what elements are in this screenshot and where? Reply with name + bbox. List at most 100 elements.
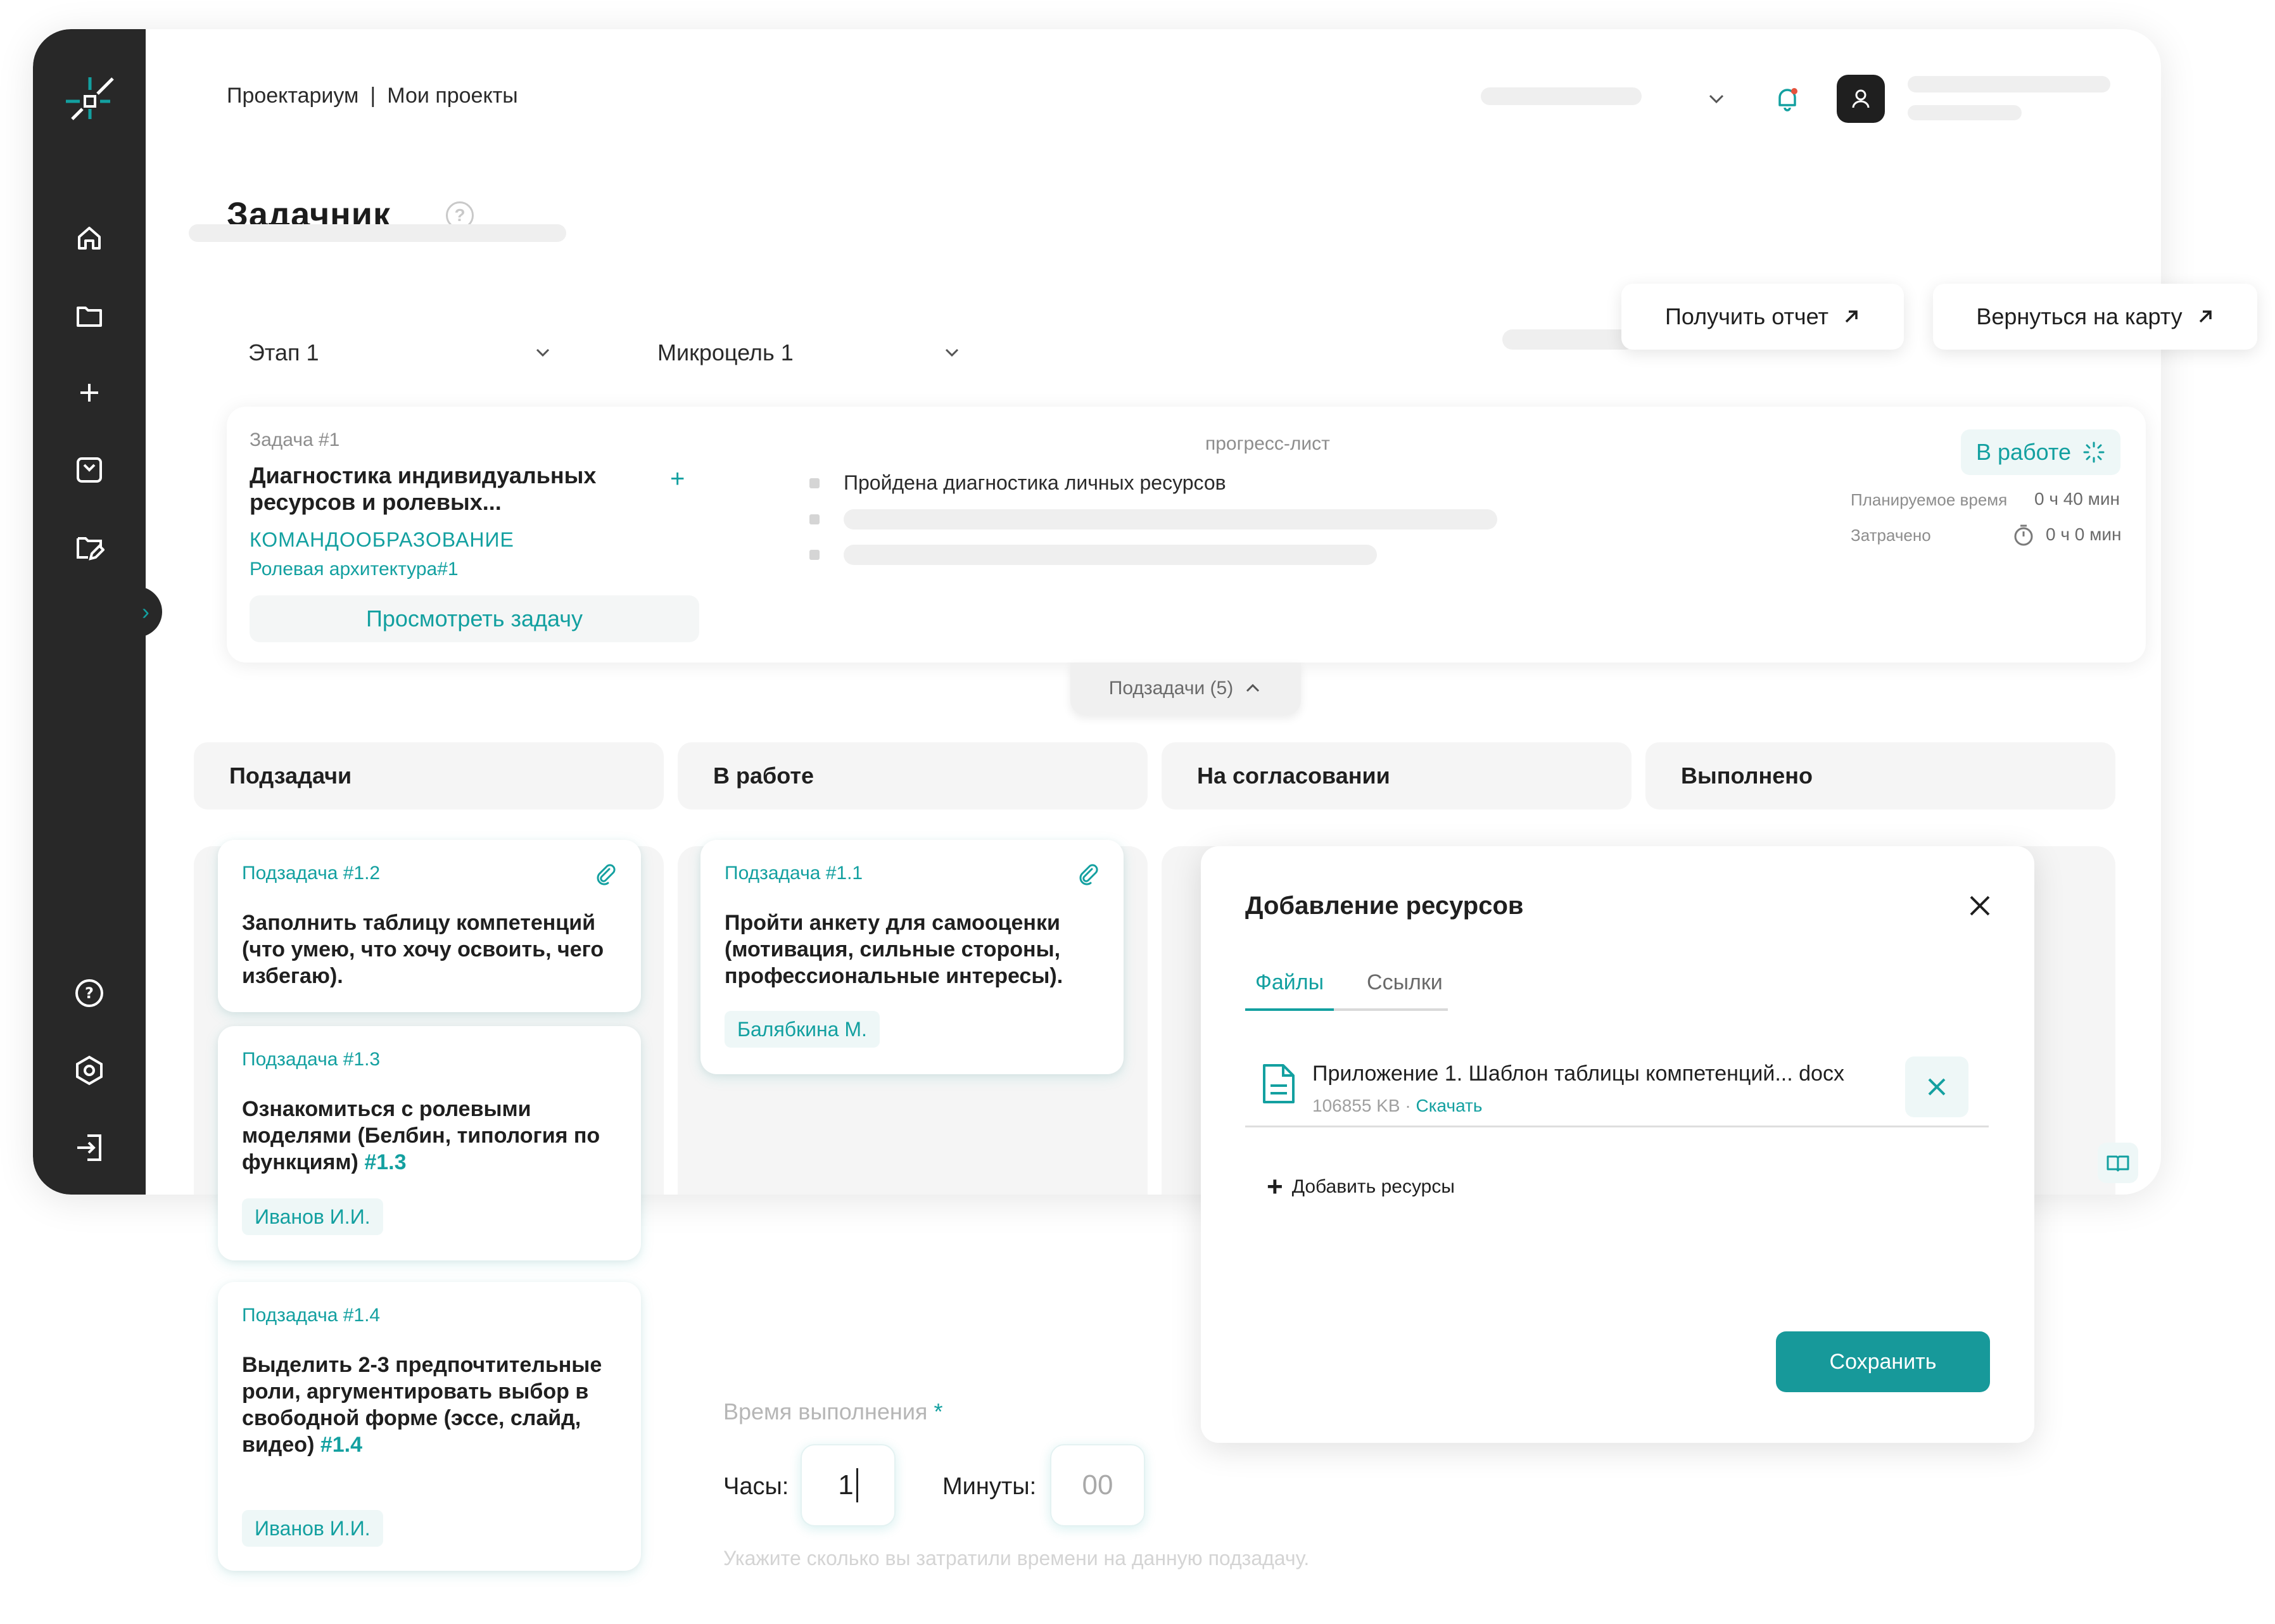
sidebar-expand-button[interactable]: ›	[129, 587, 162, 637]
file-row: Приложение 1. Шаблон таблицы компетенций…	[1245, 1044, 1989, 1127]
planned-time-label: Планируемое время	[1851, 490, 2008, 509]
remove-file-button[interactable]	[1905, 1056, 1968, 1117]
assignee-badge[interactable]: Иванов И.И.	[242, 1198, 383, 1235]
add-resources-modal: Добавление ресурсов Файлы Ссылки Приложе…	[1201, 846, 2034, 1443]
svg-text:?: ?	[85, 984, 94, 1002]
bell-icon[interactable]	[1773, 85, 1801, 113]
task-number: Задача #1	[250, 429, 340, 450]
progress-item-placeholder	[809, 509, 1497, 530]
minutes-input[interactable]: 00	[1050, 1444, 1145, 1526]
subtask-title: Заполнить таблицу компетенций (что умею,…	[242, 911, 604, 988]
view-task-button[interactable]: Просмотреть задачу	[250, 595, 699, 642]
download-link[interactable]: Скачать	[1416, 1096, 1482, 1115]
subtask-title-text: Ознакомиться с ролевыми моделями (Белбин…	[242, 1097, 600, 1174]
subtask-ref[interactable]: #1.3	[364, 1150, 406, 1174]
close-icon[interactable]	[1966, 892, 1994, 920]
get-report-button[interactable]: Получить отчет	[1621, 284, 1904, 350]
subtask-card[interactable]: Подзадача #1.1 Пройти анкету для самооце…	[700, 840, 1124, 1074]
subtask-card[interactable]: Подзадача #1.4 Выделить 2-3 предпочтител…	[218, 1282, 641, 1571]
logout-icon[interactable]	[69, 1127, 110, 1168]
breadcrumb-current[interactable]: Мои проекты	[387, 84, 517, 108]
breadcrumb-root[interactable]: Проектариум	[227, 84, 358, 108]
task-subcategory[interactable]: Ролевая архитектура#1	[250, 559, 459, 580]
paperclip-icon[interactable]	[594, 863, 617, 885]
back-to-map-button[interactable]: Вернуться на карту	[1933, 284, 2257, 350]
subtask-title-text: Выделить 2-3 предпочтительные роли, аргу…	[242, 1353, 602, 1457]
logo-icon[interactable]	[60, 68, 120, 129]
edit-folder-icon[interactable]	[69, 527, 110, 568]
tab-links[interactable]: Ссылки	[1357, 970, 1453, 1011]
add-resources-button[interactable]: + Добавить ресурсы	[1267, 1173, 1455, 1201]
time-hint: Укажите сколько вы затратили времени на …	[723, 1547, 1310, 1570]
minutes-label: Минуты:	[942, 1473, 1037, 1500]
back-to-map-label: Вернуться на карту	[1976, 303, 2183, 329]
user-icon	[1852, 89, 1870, 108]
plus-icon: +	[1267, 1171, 1283, 1202]
column-header-review: На согласовании	[1162, 742, 1632, 809]
status-badge[interactable]: В работе	[1960, 429, 2120, 475]
progress-item: Пройдена диагностика личных ресурсов	[809, 471, 1226, 495]
chevron-down-icon	[536, 348, 550, 357]
modal-title: Добавление ресурсов	[1245, 892, 1524, 920]
breadcrumb: Проектариум | Мои проекты	[227, 84, 518, 108]
progress-list-title: прогресс-лист	[1205, 433, 1330, 454]
subtask-card[interactable]: Подзадача #1.3 Ознакомиться с ролевыми м…	[218, 1026, 641, 1260]
status-label: В работе	[1975, 439, 2071, 465]
settings-icon[interactable]	[69, 1050, 110, 1091]
file-name: Приложение 1. Шаблон таблицы компетенций…	[1312, 1062, 1844, 1086]
subtask-number: Подзадача #1.2	[242, 863, 381, 884]
assignee-badge[interactable]: Иванов И.И.	[242, 1510, 383, 1547]
required-mark: *	[934, 1399, 943, 1424]
tab-files[interactable]: Файлы	[1245, 970, 1334, 1011]
task-card: Задача #1 Диагностика индивидуальных рес…	[227, 407, 2146, 663]
microgoal-select[interactable]: Микроцель 1	[626, 331, 980, 375]
time-form-label: Время выполнения *	[723, 1399, 942, 1425]
task-category[interactable]: КОМАНДООБРАЗОВАНИЕ	[250, 528, 514, 552]
meta-separator: ·	[1405, 1096, 1411, 1115]
task-title: Диагностика индивидуальных ресурсов и ро…	[250, 462, 597, 515]
subtasks-toggle-label: Подзадачи (5)	[1108, 678, 1234, 699]
file-meta: 106855 KB · Скачать	[1312, 1096, 1482, 1116]
home-icon[interactable]	[69, 218, 110, 258]
user-name-placeholder	[1908, 76, 2110, 92]
subtasks-toggle[interactable]: Подзадачи (5)	[1070, 663, 1301, 714]
tabs: Файлы Ссылки	[1245, 970, 1448, 1011]
timer-icon	[2014, 524, 2033, 546]
close-icon	[1928, 1078, 1946, 1096]
book-icon[interactable]	[2098, 1143, 2138, 1183]
subtask-title: Ознакомиться с ролевыми моделями (Белбин…	[242, 1096, 635, 1176]
subtask-number: Подзадача #1.3	[242, 1049, 381, 1070]
paperclip-icon[interactable]	[1077, 863, 1099, 885]
spent-time-label: Затрачено	[1851, 526, 1931, 545]
add-icon[interactable]: +	[670, 465, 685, 493]
plus-icon[interactable]	[69, 372, 110, 413]
progress-item-text: Пройдена диагностика личных ресурсов	[844, 471, 1226, 494]
subtask-ref[interactable]: #1.4	[320, 1433, 362, 1457]
chevron-right-icon: ›	[142, 599, 149, 625]
hours-label: Часы:	[723, 1473, 789, 1500]
stage-select[interactable]: Этап 1	[217, 331, 571, 375]
breadcrumb-separator: |	[370, 84, 376, 108]
hours-input[interactable]: 1	[801, 1444, 896, 1526]
bullet	[809, 514, 820, 524]
file-size: 106855 KB	[1312, 1096, 1400, 1115]
help-icon[interactable]: ?	[69, 973, 110, 1013]
folder-icon[interactable]	[69, 295, 110, 336]
chevron-down-icon[interactable]	[1705, 87, 1728, 110]
assignee-badge[interactable]: Балябкина М.	[725, 1011, 880, 1048]
column-header-subtasks: Подзадачи	[194, 742, 664, 809]
subtask-card[interactable]: Подзадача #1.2 Заполнить таблицу компете…	[218, 840, 641, 1012]
arrow-up-right-icon	[1845, 310, 1858, 323]
save-button[interactable]: Сохранить	[1776, 1331, 1990, 1392]
inbox-icon[interactable]	[69, 450, 110, 490]
planned-time-value: 0 ч 40 мин	[2034, 489, 2120, 509]
text-placeholder	[844, 545, 1377, 565]
subtask-number: Подзадача #1.4	[242, 1305, 381, 1326]
arrow-up-right-icon	[2199, 310, 2212, 323]
progress-item-placeholder	[809, 545, 1377, 565]
hours-value: 1	[838, 1469, 854, 1500]
add-resources-label: Добавить ресурсы	[1291, 1176, 1455, 1197]
bullet	[809, 478, 820, 488]
column-header-done: Выполнено	[1645, 742, 2115, 809]
avatar[interactable]	[1837, 75, 1885, 123]
